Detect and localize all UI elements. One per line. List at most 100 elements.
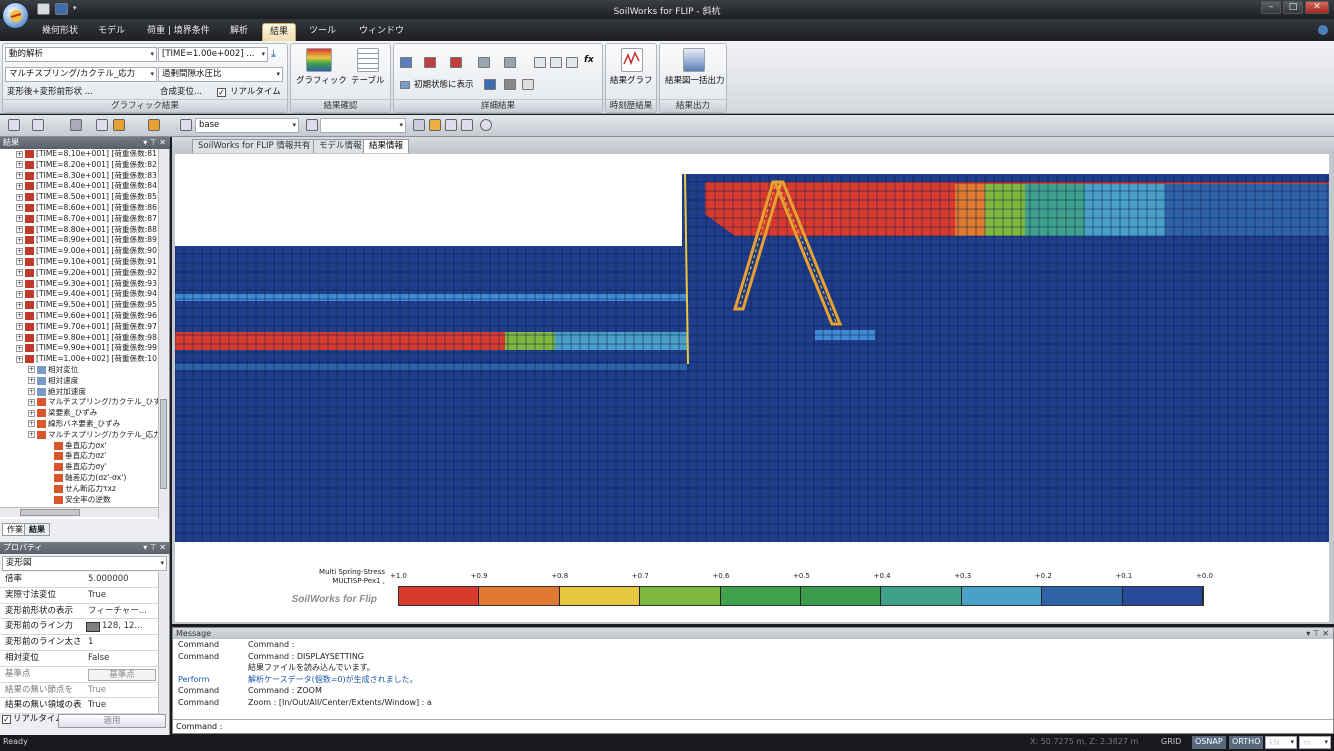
fem-mesh-view[interactable] [175,154,1329,622]
expand-icon[interactable]: + [16,334,23,342]
expand-icon[interactable]: + [16,280,23,288]
element-icon[interactable] [113,119,125,131]
open-icon[interactable] [37,3,50,15]
tree-row[interactable]: + 相対変位 [0,365,158,376]
undo-icon[interactable] [8,119,20,131]
expand-icon[interactable]: + [16,236,23,244]
tree-row[interactable]: 垂直応力σy' [0,462,158,473]
tab-analysis[interactable]: 解析 [223,23,255,41]
tree-row[interactable]: 軸差応力(σz'-σx') [0,473,158,484]
tree-row[interactable]: + [TIME=9.40e+001] [荷重係数:94 [0,289,158,300]
tree-row[interactable]: + [TIME=8.90e+001] [荷重係数:89 [0,235,158,246]
tab-geometry[interactable]: 幾何形状 [35,23,85,41]
cube-icon[interactable] [450,57,462,68]
download-arrow-icon[interactable]: ⤓ [271,48,276,60]
property-value[interactable]: 128, 12... [102,619,143,635]
export-icon[interactable] [522,79,534,90]
time-step-select[interactable]: [TIME=1.00e+002] ... ▾ [158,47,268,62]
result-graph-button[interactable]: 結果グラフ [610,75,653,88]
expand-icon[interactable]: + [28,377,35,385]
expand-icon[interactable]: + [28,409,35,417]
expand-icon[interactable]: + [16,204,23,212]
tree-row[interactable]: + マルチスプリング/カクテル_応力 [0,430,158,441]
realtime-checkbox-panel[interactable]: ✓ [2,715,11,724]
grid-toggle[interactable]: GRID [1158,736,1184,749]
qat-dropdown-icon[interactable]: ▾ [73,4,77,12]
property-value[interactable]: True [88,683,106,699]
expand-icon[interactable]: + [16,161,23,169]
command-input[interactable]: Command : [173,719,1333,732]
tree-row[interactable]: + [TIME=9.80e+001] [荷重係数:98 [0,333,158,344]
property-row[interactable]: 結果の無い領域の表 True [0,698,158,715]
tree-row[interactable]: + [TIME=1.00e+002] [荷重係数:10 [0,354,158,365]
tab-result[interactable]: 結果 [24,523,50,536]
style-select[interactable]: ▾ [320,118,406,133]
hscrollbar-thumb[interactable] [20,509,80,516]
expand-icon[interactable]: + [16,226,23,234]
probe-icon[interactable] [550,57,562,68]
expand-icon[interactable]: + [16,182,23,190]
tree-row[interactable]: + [TIME=9.70e+001] [荷重係数:97 [0,322,158,333]
panel-controls-icon[interactable]: ▾ ⊤ ✕ [1306,628,1329,639]
expand-icon[interactable]: + [16,172,23,180]
component-select[interactable]: マルチスプリング/カクテル_応力 ▾ [5,67,157,82]
pan-icon[interactable] [461,119,473,131]
property-value[interactable]: 基準点 [88,668,156,681]
fit-icon[interactable] [429,119,441,131]
tree-row[interactable]: + [TIME=8.20e+001] [荷重係数:82 [0,160,158,171]
tab-window[interactable]: ウィンドウ [352,23,411,41]
property-value[interactable]: 1 [88,635,93,651]
show-initial-button[interactable]: 初期状態に表示 [414,79,474,92]
tree-row[interactable]: + [TIME=9.50e+001] [荷重係数:95 [0,300,158,311]
settings-icon[interactable] [480,119,492,131]
select-icon[interactable] [70,119,82,131]
expand-icon[interactable]: + [16,290,23,298]
tree-row[interactable]: + マルチスプリング/カクテル_ひずみ [0,397,158,408]
expand-icon[interactable]: + [16,258,23,266]
force-unit-select[interactable]: kN ▾ [1265,736,1297,749]
view-icon[interactable] [400,57,412,68]
analysis-type-select[interactable]: 動的解析 ▾ [5,47,157,62]
graph-icon[interactable] [621,48,643,72]
length-unit-select[interactable]: m ▾ [1299,736,1331,749]
close-button[interactable]: ✕ [1305,1,1329,14]
pen-icon[interactable] [306,119,318,131]
print-icon[interactable] [504,79,516,90]
osnap-toggle[interactable]: OSNAP [1192,736,1226,749]
tree-row[interactable]: + [TIME=8.10e+001] [荷重係数:81 [0,149,158,160]
tab-model[interactable]: モデル [91,23,132,41]
tree-row[interactable]: + [TIME=8.60e+001] [荷重係数:86 [0,203,158,214]
tab-tools[interactable]: ツール [302,23,343,41]
expand-icon[interactable]: + [16,301,23,309]
zoom-window-icon[interactable] [445,119,457,131]
property-value[interactable]: 5.000000 [88,572,129,588]
scrollbar-thumb[interactable] [160,399,167,489]
expand-icon[interactable]: + [28,388,35,396]
property-row[interactable]: 結果の無い節点を True [0,682,158,699]
tree-row[interactable]: せん断応力τxz [0,484,158,495]
ortho-toggle[interactable]: ORTHO [1229,736,1264,749]
property-value[interactable]: フィーチャー... [88,604,147,620]
property-row[interactable]: 変形前のライン力 128, 12... [0,619,158,636]
camera-icon[interactable] [484,79,496,90]
node-icon[interactable] [96,119,108,131]
tree-row[interactable]: + 梁要素_ひずみ [0,408,158,419]
expand-icon[interactable]: + [16,312,23,320]
minimize-button[interactable]: – [1261,1,1281,14]
tree-row[interactable]: + [TIME=8.50e+001] [荷重係数:85 [0,192,158,203]
filter-toolbar-icon[interactable] [148,119,160,131]
apply-button[interactable]: 適用 [58,714,166,728]
expand-icon[interactable]: + [16,269,23,277]
tree-row[interactable]: + 相対速度 [0,376,158,387]
tree-hscrollbar[interactable] [0,507,158,517]
property-row[interactable]: 変形前のライン太さ 1 [0,635,158,651]
search-icon[interactable] [534,57,546,68]
redo-icon[interactable] [32,119,44,131]
property-row[interactable]: 実際寸法変位 True [0,587,158,604]
rotate-icon[interactable] [478,57,490,68]
displacement-select[interactable]: 合成変位... [160,86,202,99]
graphic-icon[interactable] [306,48,332,72]
batch-output-button[interactable]: 結果図一括出力 [665,75,725,88]
property-scrollbar[interactable] [158,572,168,714]
expand-icon[interactable]: + [16,344,23,352]
